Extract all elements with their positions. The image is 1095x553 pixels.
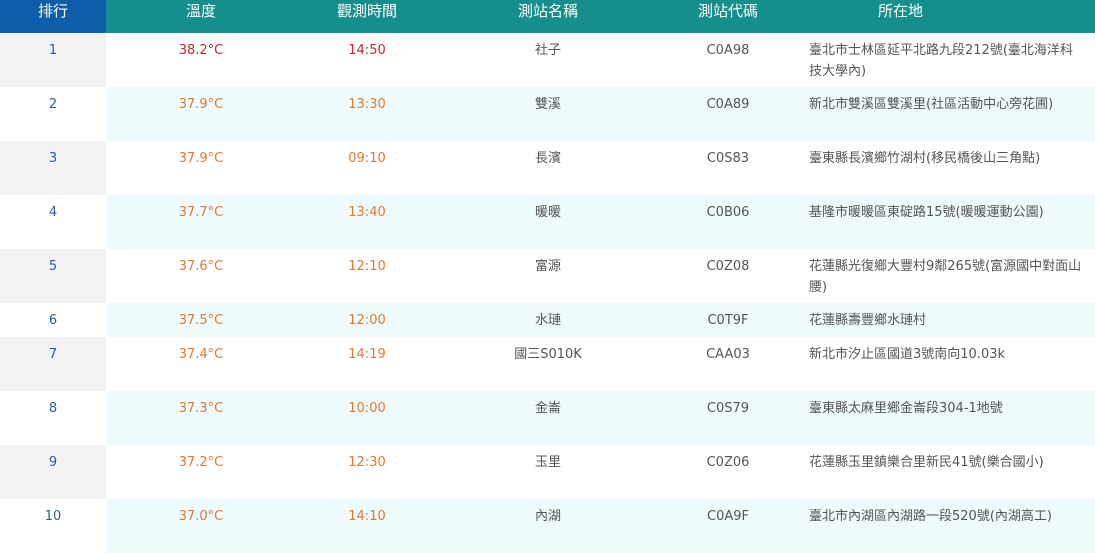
station-code-cell: C0Z08 (658, 249, 798, 303)
temperature-cell: 37.0°C (106, 499, 296, 553)
station-name-cell: 內湖 (438, 499, 658, 553)
station-name-cell: 金崙 (438, 391, 658, 445)
rank-cell: 4 (0, 195, 106, 249)
temperature-cell: 37.9°C (106, 87, 296, 141)
header-location[interactable]: 所在地 (798, 0, 1095, 33)
table-row: 7 37.4°C 14:19 國三S010K CAA03 新北市汐止區國道3號南… (0, 337, 1095, 391)
header-temperature[interactable]: 溫度 (106, 0, 296, 33)
station-code-cell: C0B06 (658, 195, 798, 249)
table-row: 6 37.5°C 12:00 水璉 C0T9F 花蓮縣壽豐鄉水璉村 (0, 303, 1095, 337)
temperature-cell: 37.3°C (106, 391, 296, 445)
location-cell: 臺北市士林區延平北路九段212號(臺北海洋科技大學內) (798, 33, 1095, 87)
observation-time-cell: 12:30 (296, 445, 438, 499)
rank-cell: 1 (0, 33, 106, 87)
observation-time-cell: 12:10 (296, 249, 438, 303)
observation-time-cell: 13:30 (296, 87, 438, 141)
table-header: 排行 溫度 觀測時間 測站名稱 測站代碼 所在地 (0, 0, 1095, 33)
location-cell: 基隆市暖暖區東碇路15號(暖暖運動公園) (798, 195, 1095, 249)
station-name-cell: 長濱 (438, 141, 658, 195)
rank-cell: 6 (0, 303, 106, 337)
location-cell: 新北市汐止區國道3號南向10.03k (798, 337, 1095, 391)
temperature-cell: 37.6°C (106, 249, 296, 303)
observation-time-cell: 13:40 (296, 195, 438, 249)
station-code-cell: C0Z06 (658, 445, 798, 499)
station-code-cell: C0A98 (658, 33, 798, 87)
station-code-cell: C0S79 (658, 391, 798, 445)
station-code-cell: C0T9F (658, 303, 798, 337)
rank-cell: 10 (0, 499, 106, 553)
rank-cell: 8 (0, 391, 106, 445)
observation-time-cell: 12:00 (296, 303, 438, 337)
table-row: 10 37.0°C 14:10 內湖 C0A9F 臺北市內湖區內湖路一段520號… (0, 499, 1095, 553)
table-row: 2 37.9°C 13:30 雙溪 C0A89 新北市雙溪區雙溪里(社區活動中心… (0, 87, 1095, 141)
observation-time-cell: 14:50 (296, 33, 438, 87)
observation-time-cell: 09:10 (296, 141, 438, 195)
table-row: 8 37.3°C 10:00 金崙 C0S79 臺東縣太麻里鄉金崙段304-1地… (0, 391, 1095, 445)
temperature-cell: 37.5°C (106, 303, 296, 337)
header-station-code[interactable]: 測站代碼 (658, 0, 798, 33)
station-name-cell: 雙溪 (438, 87, 658, 141)
table-row: 9 37.2°C 12:30 玉里 C0Z06 花蓮縣玉里鎮樂合里新民41號(樂… (0, 445, 1095, 499)
station-code-cell: CAA03 (658, 337, 798, 391)
location-cell: 花蓮縣玉里鎮樂合里新民41號(樂合國小) (798, 445, 1095, 499)
station-name-cell: 暖暖 (438, 195, 658, 249)
temperature-cell: 37.9°C (106, 141, 296, 195)
rank-cell: 2 (0, 87, 106, 141)
location-cell: 新北市雙溪區雙溪里(社區活動中心旁花圃) (798, 87, 1095, 141)
header-observation-time[interactable]: 觀測時間 (296, 0, 438, 33)
location-cell: 臺東縣長濱鄉竹湖村(移民橋後山三角點) (798, 141, 1095, 195)
station-name-cell: 富源 (438, 249, 658, 303)
observation-time-cell: 10:00 (296, 391, 438, 445)
temperature-cell: 37.4°C (106, 337, 296, 391)
rank-cell: 7 (0, 337, 106, 391)
station-code-cell: C0A9F (658, 499, 798, 553)
station-name-cell: 玉里 (438, 445, 658, 499)
temperature-ranking-table: 排行 溫度 觀測時間 測站名稱 測站代碼 所在地 1 38.2°C 14:50 … (0, 0, 1095, 553)
rank-cell: 9 (0, 445, 106, 499)
temperature-cell: 38.2°C (106, 33, 296, 87)
table-row: 1 38.2°C 14:50 社子 C0A98 臺北市士林區延平北路九段212號… (0, 33, 1095, 87)
rank-cell: 5 (0, 249, 106, 303)
observation-time-cell: 14:19 (296, 337, 438, 391)
table-body: 1 38.2°C 14:50 社子 C0A98 臺北市士林區延平北路九段212號… (0, 33, 1095, 553)
location-cell: 臺東縣太麻里鄉金崙段304-1地號 (798, 391, 1095, 445)
temperature-cell: 37.7°C (106, 195, 296, 249)
temperature-cell: 37.2°C (106, 445, 296, 499)
location-cell: 臺北市內湖區內湖路一段520號(內湖高工) (798, 499, 1095, 553)
station-name-cell: 國三S010K (438, 337, 658, 391)
station-code-cell: C0S83 (658, 141, 798, 195)
header-rank[interactable]: 排行 (0, 0, 106, 33)
station-name-cell: 社子 (438, 33, 658, 87)
table-row: 4 37.7°C 13:40 暖暖 C0B06 基隆市暖暖區東碇路15號(暖暖運… (0, 195, 1095, 249)
rank-cell: 3 (0, 141, 106, 195)
station-code-cell: C0A89 (658, 87, 798, 141)
station-name-cell: 水璉 (438, 303, 658, 337)
table-row: 5 37.6°C 12:10 富源 C0Z08 花蓮縣光復鄉大豐村9鄰265號(… (0, 249, 1095, 303)
table-row: 3 37.9°C 09:10 長濱 C0S83 臺東縣長濱鄉竹湖村(移民橋後山三… (0, 141, 1095, 195)
location-cell: 花蓮縣光復鄉大豐村9鄰265號(富源國中對面山腰) (798, 249, 1095, 303)
location-cell: 花蓮縣壽豐鄉水璉村 (798, 303, 1095, 337)
header-station-name[interactable]: 測站名稱 (438, 0, 658, 33)
observation-time-cell: 14:10 (296, 499, 438, 553)
